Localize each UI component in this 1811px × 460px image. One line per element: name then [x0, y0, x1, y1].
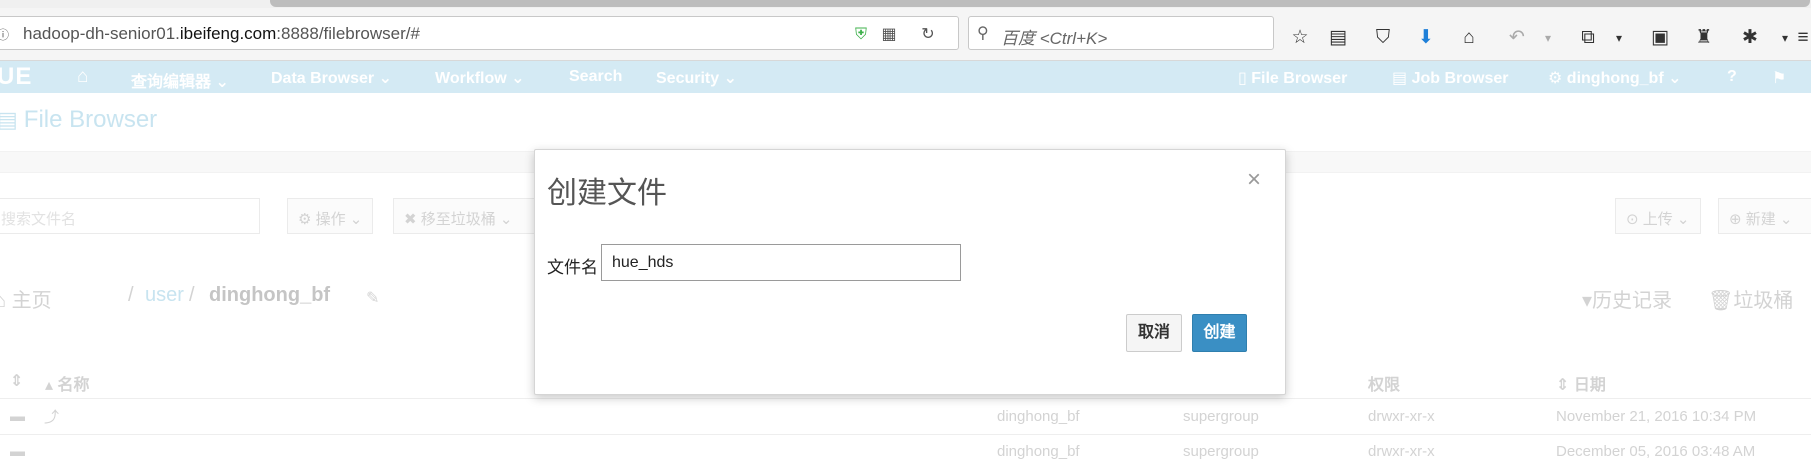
- menu-icon[interactable]: ≡: [1790, 25, 1811, 51]
- home-icon[interactable]: ⌂: [1456, 25, 1482, 51]
- addon-bug-icon[interactable]: ✱: [1737, 25, 1763, 51]
- qr-code-icon[interactable]: ▦: [879, 25, 899, 45]
- filename-input[interactable]: [601, 244, 961, 281]
- translate-icon[interactable]: ▣: [1647, 25, 1673, 51]
- create-button[interactable]: 创建: [1192, 314, 1247, 352]
- reader-list-icon[interactable]: ▤: [1325, 25, 1351, 51]
- pocket-icon[interactable]: ⛉: [1370, 25, 1396, 51]
- info-icon[interactable]: ⓘ: [0, 26, 9, 43]
- filename-label: 文件名: [547, 258, 598, 277]
- crop-screenshot-icon[interactable]: ⧉: [1575, 25, 1601, 51]
- search-bar[interactable]: ⚲ 百度 <Ctrl+K>: [968, 16, 1274, 50]
- address-bar[interactable]: ⓘ hadoop-dh-senior01.ibeifeng.com:8888/f…: [0, 16, 959, 50]
- dialog-title: 创建文件: [547, 177, 667, 210]
- search-icon: ⚲: [977, 25, 989, 42]
- undo-icon[interactable]: ↶: [1504, 25, 1530, 51]
- browser-toolbar: ⓘ hadoop-dh-senior01.ibeifeng.com:8888/f…: [0, 8, 1811, 61]
- cancel-button[interactable]: 取消: [1126, 314, 1182, 352]
- undo-dropdown-icon[interactable]: ▾: [1535, 25, 1561, 51]
- train-icon[interactable]: ♜: [1691, 25, 1717, 51]
- search-placeholder: 百度 <Ctrl+K>: [1001, 29, 1108, 48]
- shield-check-icon[interactable]: ⛨: [851, 25, 871, 45]
- active-tab[interactable]: [270, 0, 1810, 7]
- crop-dropdown-icon[interactable]: ▾: [1606, 25, 1632, 51]
- create-file-dialog: 创建文件 × 文件名 取消 创建: [534, 149, 1286, 395]
- bookmark-star-icon[interactable]: ☆: [1287, 25, 1313, 51]
- address-url[interactable]: hadoop-dh-senior01.ibeifeng.com:8888/fil…: [23, 24, 420, 44]
- window-top-strip: [0, 0, 1811, 8]
- reload-icon[interactable]: ↻: [918, 25, 938, 45]
- close-icon[interactable]: ×: [1247, 168, 1261, 192]
- download-icon[interactable]: ⬇: [1413, 25, 1439, 51]
